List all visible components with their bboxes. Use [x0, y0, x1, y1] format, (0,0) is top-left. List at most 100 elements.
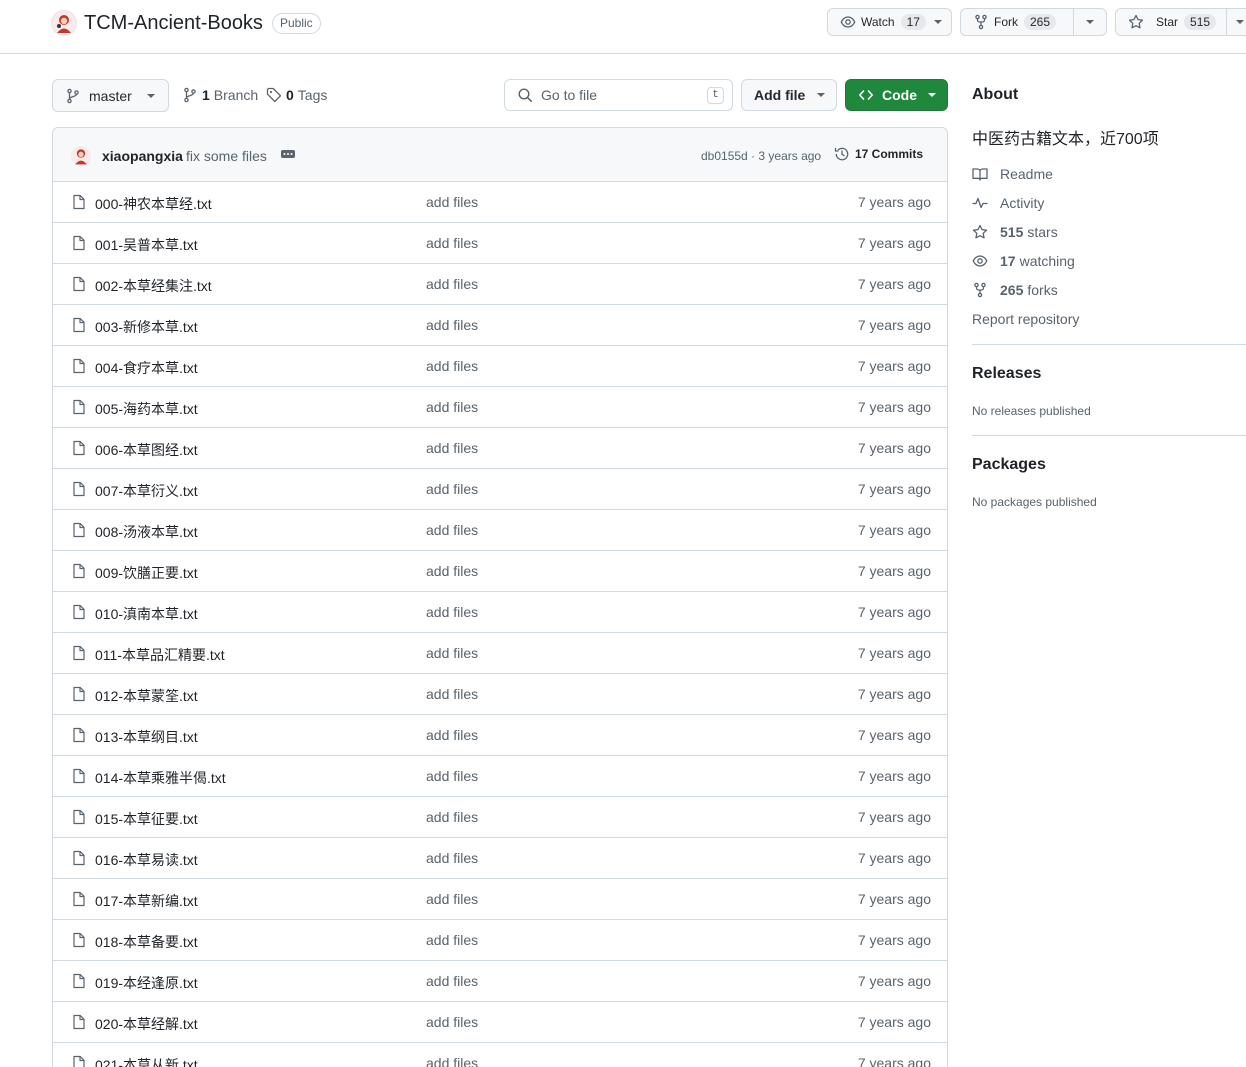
tags-link[interactable]: 0 Tags — [266, 87, 327, 103]
fork-icon — [972, 282, 988, 298]
commit-message[interactable]: fix some files — [186, 148, 267, 164]
file-name-link[interactable]: 020-本草经解.txt — [95, 1014, 198, 1034]
readme-link[interactable]: Readme — [972, 166, 1053, 182]
file-icon — [71, 891, 87, 907]
file-name-link[interactable]: 018-本草备要.txt — [95, 932, 198, 952]
chevron-down-icon — [927, 92, 937, 98]
file-commit-message[interactable]: add files — [426, 481, 478, 497]
packages-note: No packages published — [972, 495, 1097, 509]
file-commit-message[interactable]: add files — [426, 522, 478, 538]
file-name-link[interactable]: 021-本草从新.txt — [95, 1055, 198, 1067]
file-name-link[interactable]: 015-本草征要.txt — [95, 809, 198, 829]
table-row: 019-本经逢原.txt add files 7 years ago — [53, 961, 947, 1002]
file-name-link[interactable]: 009-饮膳正要.txt — [95, 563, 198, 583]
author-avatar[interactable] — [71, 146, 91, 166]
file-commit-message[interactable]: add files — [426, 850, 478, 866]
file-icon — [71, 440, 87, 456]
commit-hash-age[interactable]: db0155d · 3 years ago — [701, 149, 821, 163]
file-commit-message[interactable]: add files — [426, 604, 478, 620]
chevron-down-icon[interactable] — [1227, 19, 1246, 25]
file-commit-message[interactable]: add files — [426, 194, 478, 210]
file-name-link[interactable]: 013-本草纲目.txt — [95, 727, 198, 747]
table-row: 013-本草纲目.txt add files 7 years ago — [53, 715, 947, 756]
file-name-link[interactable]: 008-汤液本草.txt — [95, 522, 198, 542]
file-name-link[interactable]: 003-新修本草.txt — [95, 317, 198, 337]
readme-label: Readme — [1000, 166, 1053, 182]
file-name-link[interactable]: 010-滇南本草.txt — [95, 604, 198, 624]
table-row: 014-本草乘雅半偈.txt add files 7 years ago — [53, 756, 947, 797]
repo-name[interactable]: TCM-Ancient-Books — [84, 12, 263, 35]
file-name-link[interactable]: 002-本草经集注.txt — [95, 276, 212, 296]
file-name-link[interactable]: 017-本草新编.txt — [95, 891, 198, 911]
tags-label: Tags — [297, 87, 328, 103]
code-button[interactable]: Code — [845, 79, 948, 111]
file-name-link[interactable]: 000-神农本草经.txt — [95, 194, 212, 214]
file-name-link[interactable]: 011-本草品汇精要.txt — [95, 645, 225, 665]
file-icon — [71, 686, 87, 702]
file-commit-message[interactable]: add files — [426, 809, 478, 825]
go-to-file-input[interactable]: Go to file t — [504, 79, 733, 111]
file-commit-message[interactable]: add files — [426, 1014, 478, 1030]
releases-heading[interactable]: Releases — [972, 365, 1041, 383]
file-commit-message[interactable]: add files — [426, 235, 478, 251]
file-commit-message[interactable]: add files — [426, 440, 478, 456]
table-row: 006-本草图经.txt add files 7 years ago — [53, 428, 947, 469]
file-name-link[interactable]: 014-本草乘雅半偈.txt — [95, 768, 226, 788]
watch-label: Watch — [861, 15, 895, 29]
chevron-down-icon[interactable] — [926, 19, 951, 25]
file-icon — [71, 563, 87, 579]
forks-link[interactable]: 265 forks — [972, 282, 1058, 298]
file-name-link[interactable]: 006-本草图经.txt — [95, 440, 198, 460]
activity-link[interactable]: Activity — [972, 195, 1044, 211]
file-name-link[interactable]: 007-本草衍义.txt — [95, 481, 198, 501]
visibility-badge: Public — [272, 13, 321, 34]
file-commit-message[interactable]: add files — [426, 645, 478, 661]
file-commit-message[interactable]: add files — [426, 317, 478, 333]
watching-link[interactable]: 17 watching — [972, 253, 1075, 269]
fork-button[interactable]: Fork 265 — [960, 8, 1107, 36]
file-name-link[interactable]: 012-本草蒙筌.txt — [95, 686, 198, 706]
file-name-link[interactable]: 005-海药本草.txt — [95, 399, 198, 419]
owner-avatar[interactable] — [52, 11, 76, 35]
file-commit-message[interactable]: add files — [426, 973, 478, 989]
file-commit-message[interactable]: add files — [426, 727, 478, 743]
star-button[interactable]: Star 515 — [1115, 8, 1246, 36]
stars-link[interactable]: 515 stars — [972, 224, 1058, 240]
about-heading: About — [972, 86, 1019, 103]
ellipsis-icon[interactable] — [279, 147, 297, 161]
eye-icon — [840, 14, 856, 30]
chevron-down-icon[interactable] — [1074, 19, 1106, 25]
tag-icon — [266, 87, 282, 103]
file-icon — [71, 399, 87, 415]
file-commit-message[interactable]: add files — [426, 399, 478, 415]
file-name-link[interactable]: 001-吴普本草.txt — [95, 235, 198, 255]
file-commit-message[interactable]: add files — [426, 686, 478, 702]
file-commit-age: 7 years ago — [857, 645, 931, 661]
file-commit-message[interactable]: add files — [426, 932, 478, 948]
table-row: 000-神农本草经.txt add files 7 years ago — [53, 182, 947, 223]
file-name-link[interactable]: 016-本草易读.txt — [95, 850, 198, 870]
commits-history-link[interactable]: 17 Commits — [834, 146, 923, 162]
commits-count: 17 Commits — [855, 147, 924, 161]
file-commit-message[interactable]: add files — [426, 276, 478, 292]
file-name-link[interactable]: 004-食疗本草.txt — [95, 358, 198, 378]
add-file-button[interactable]: Add file — [741, 79, 837, 111]
file-commit-age: 7 years ago — [857, 317, 931, 333]
file-commit-age: 7 years ago — [857, 686, 931, 702]
table-row: 012-本草蒙筌.txt add files 7 years ago — [53, 674, 947, 715]
file-commit-age: 7 years ago — [857, 973, 931, 989]
file-commit-message[interactable]: add files — [426, 1055, 478, 1067]
file-commit-message[interactable]: add files — [426, 891, 478, 907]
file-name-link[interactable]: 019-本经逢原.txt — [95, 973, 198, 993]
packages-heading[interactable]: Packages — [972, 456, 1046, 474]
branch-selector[interactable]: master — [52, 79, 169, 112]
file-commit-message[interactable]: add files — [426, 563, 478, 579]
file-icon — [71, 932, 87, 948]
report-repository-link[interactable]: Report repository — [972, 311, 1079, 327]
branches-count: 1 — [202, 87, 210, 103]
watch-button[interactable]: Watch 17 — [827, 8, 952, 36]
commit-author[interactable]: xiaopangxia — [102, 148, 183, 164]
file-commit-message[interactable]: add files — [426, 358, 478, 374]
file-commit-message[interactable]: add files — [426, 768, 478, 784]
branches-link[interactable]: 1 Branch — [182, 87, 258, 103]
